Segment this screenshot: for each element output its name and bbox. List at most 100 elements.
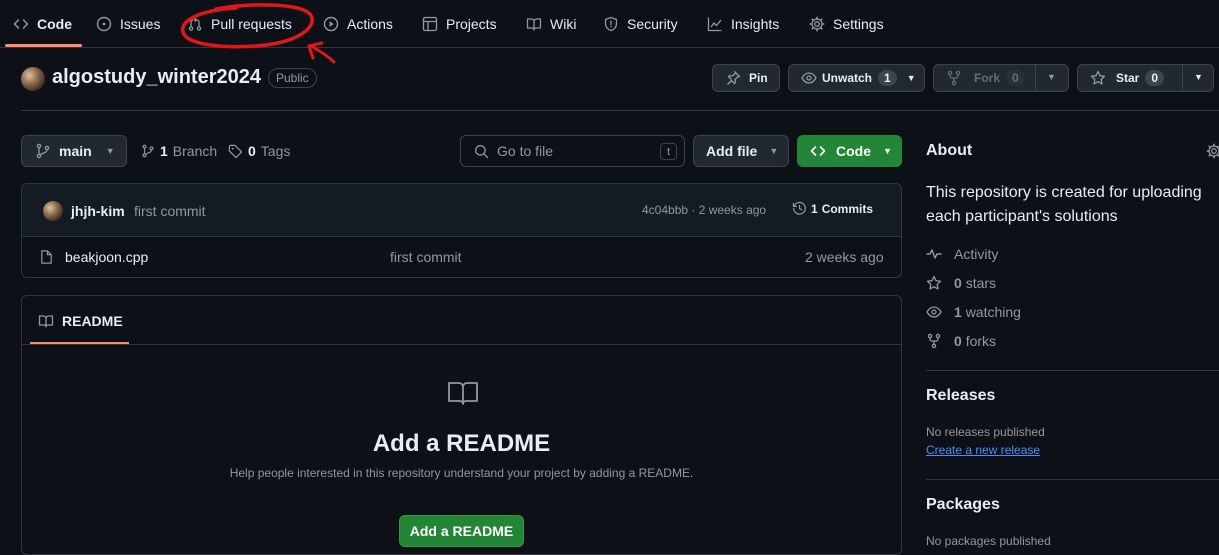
search-placeholder: Go to file (497, 143, 554, 159)
tab-wiki[interactable]: Wiki (526, 0, 576, 48)
shortcut-key: t (660, 143, 677, 160)
caret-down-icon: ▼ (906, 73, 916, 83)
tab-issues[interactable]: Issues (96, 0, 160, 48)
code-icon (810, 146, 826, 156)
tab-insights[interactable]: Insights (707, 0, 779, 48)
about-description: This repository is created for uploading… (926, 181, 1202, 229)
fork-button[interactable]: Fork 0 ▼ (933, 64, 1069, 92)
search-icon (475, 145, 489, 159)
sidebar-divider (926, 479, 1219, 480)
author-avatar[interactable] (43, 201, 63, 221)
star-button[interactable]: Star 0 ▼ (1077, 64, 1214, 92)
tab-label: Insights (731, 16, 780, 32)
packages-empty-text: No packages published (926, 534, 1051, 548)
readme-tab-label: README (62, 313, 123, 329)
caret-down-icon[interactable]: ▼ (1194, 72, 1203, 82)
create-release-link[interactable]: Create a new release (926, 443, 1040, 457)
book-icon (526, 18, 542, 31)
split-divider (1035, 65, 1036, 91)
file-name[interactable]: beakjoon.cpp (65, 249, 148, 265)
caret-down-icon[interactable]: ▼ (1047, 72, 1056, 82)
releases-heading[interactable]: Releases (926, 387, 995, 405)
issue-icon (96, 16, 112, 32)
branch-icon (36, 143, 50, 159)
watching-count: 1 (954, 304, 962, 320)
releases-empty-text: No releases published (926, 425, 1045, 439)
file-icon (41, 250, 52, 264)
branch-count-label: Branch (172, 143, 218, 159)
shield-icon (604, 16, 618, 32)
about-heading: About (926, 142, 973, 159)
commits-history-link[interactable]: 1 Commits (792, 201, 873, 216)
stars-label: stars (965, 275, 997, 291)
fork-icon (927, 333, 941, 349)
repo-name[interactable]: algostudy_winter2024 (52, 66, 261, 89)
tab-label: Security (627, 16, 678, 32)
latest-commit-row: jhjh-kim first commit 4c04bbb · 2 weeks … (21, 183, 902, 237)
tab-projects[interactable]: Projects (422, 0, 497, 48)
readme-divider (22, 344, 901, 345)
stars-link[interactable]: 0 stars (926, 275, 996, 291)
add-file-label: Add file (706, 143, 758, 159)
tags-link[interactable]: 0 Tags (228, 143, 290, 159)
add-readme-button[interactable]: Add a README (399, 515, 524, 547)
header-divider (21, 110, 1219, 111)
forks-count: 0 (954, 333, 962, 349)
commits-label: Commits (821, 201, 874, 216)
commit-author[interactable]: jhjh-kim (71, 203, 125, 219)
commit-message[interactable]: first commit (134, 203, 206, 219)
unwatch-button[interactable]: Unwatch 1 ▼ (788, 64, 925, 92)
star-icon (926, 275, 942, 290)
activity-link[interactable]: Activity (926, 246, 998, 262)
branch-icon (142, 144, 154, 158)
tab-label: Settings (833, 16, 884, 32)
tab-label: Issues (120, 16, 161, 32)
graph-icon (707, 17, 722, 32)
caret-down-icon: ▼ (105, 146, 115, 156)
code-icon (13, 19, 29, 29)
pin-button[interactable]: Pin (712, 64, 780, 92)
owner-avatar[interactable] (21, 67, 45, 91)
visibility-badge: Public (268, 68, 317, 88)
commits-count: 1 (811, 201, 818, 216)
stars-count: 0 (954, 275, 962, 291)
about-description-line: This repository is created for uploading (926, 184, 1202, 201)
readme-tab[interactable]: README (38, 313, 123, 329)
readme-description: Help people interested in this repositor… (229, 466, 694, 480)
forks-link[interactable]: 0 forks (926, 333, 996, 349)
packages-heading[interactable]: Packages (926, 496, 1000, 514)
branches-link[interactable]: 1 Branch (141, 143, 217, 159)
tag-icon (228, 144, 243, 158)
gear-icon[interactable] (1206, 143, 1219, 159)
watchers-link[interactable]: 1 watching (926, 304, 1021, 320)
star-counter: 0 (1145, 70, 1165, 86)
active-tab-indicator (5, 44, 82, 47)
add-file-button[interactable]: Add file ▼ (693, 135, 789, 167)
tab-label: Wiki (550, 16, 577, 32)
tab-security[interactable]: Security (603, 0, 678, 48)
watch-counter: 1 (878, 70, 897, 86)
gear-icon (809, 16, 825, 32)
go-to-file-input[interactable]: Go to file t (460, 135, 685, 167)
fork-label: Fork (974, 71, 1001, 85)
code-label: Code (836, 143, 871, 159)
code-dropdown-button[interactable]: Code ▼ (797, 135, 902, 167)
tab-settings[interactable]: Settings (809, 0, 884, 48)
about-description-line: each participant's solutions (926, 208, 1118, 225)
branch-select[interactable]: main ▼ (21, 135, 127, 167)
commit-hash-time[interactable]: 4c04bbb · 2 weeks ago (642, 203, 766, 217)
star-icon (1090, 70, 1106, 85)
pin-label: Pin (749, 71, 768, 85)
table-icon (422, 16, 438, 32)
tab-label: Actions (347, 16, 393, 32)
file-commit-time: 2 weeks ago (805, 249, 884, 265)
forks-label: forks (965, 333, 997, 349)
file-row: beakjoon.cpp first commit 2 weeks ago (21, 236, 902, 278)
readme-heading: Add a README (372, 430, 551, 457)
file-commit-message[interactable]: first commit (390, 249, 462, 265)
annotation-circle-mark (181, 3, 336, 64)
sidebar-divider (926, 370, 1219, 371)
activity-label: Activity (954, 246, 999, 262)
watching-label: watching (965, 304, 1021, 320)
tab-code[interactable]: Code (13, 0, 72, 48)
